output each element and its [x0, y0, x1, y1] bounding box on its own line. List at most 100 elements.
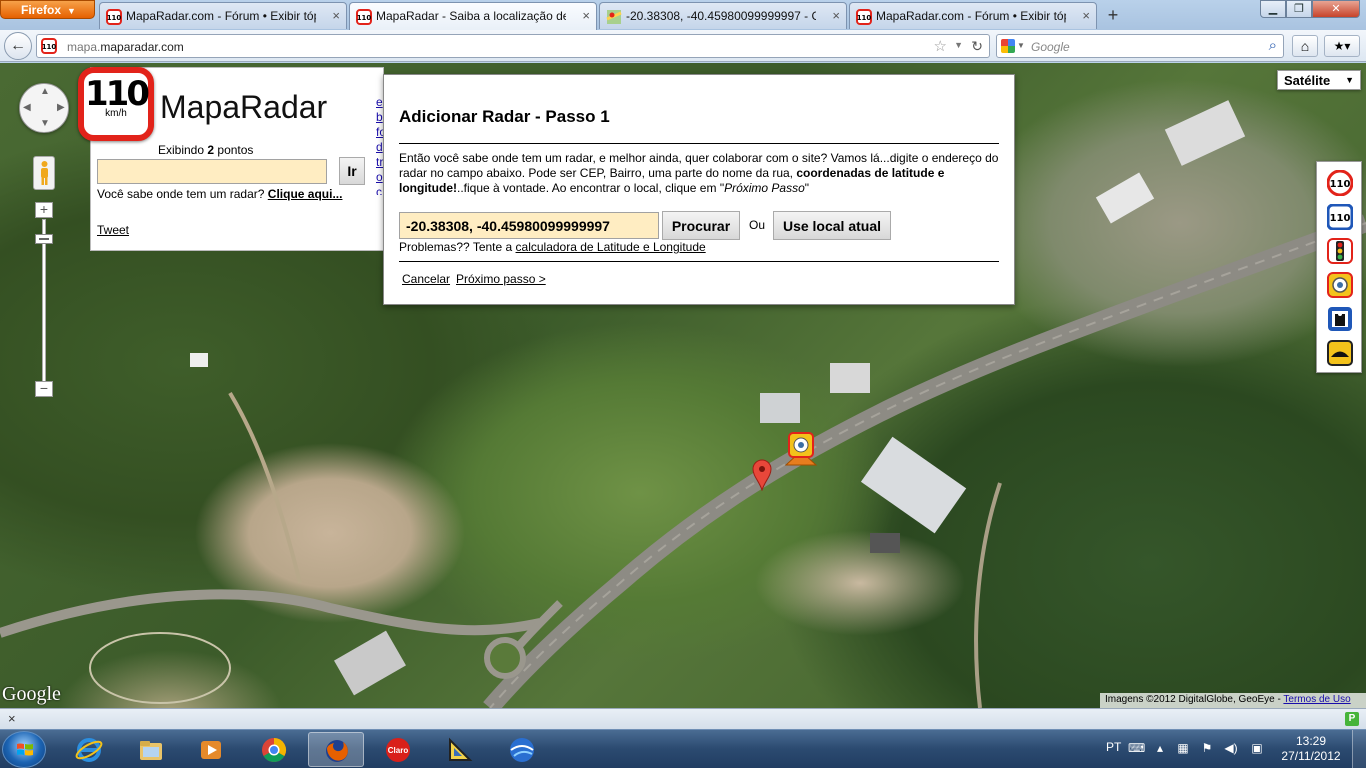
google-engine-icon[interactable] — [1001, 39, 1015, 53]
tab-google-maps[interactable]: -20.38308, -40.45980099999997 - Goo... × — [599, 2, 847, 29]
dialog-title: Adicionar Radar - Passo 1 — [399, 107, 610, 126]
tab-label: MapaRadar.com - Fórum • Exibir tópi... — [126, 9, 316, 23]
site-title: MapaRadar — [160, 89, 328, 125]
history-dropdown-icon[interactable]: ▼ — [954, 40, 963, 50]
points-count: Exibindo 2 pontos — [158, 143, 254, 157]
network-icon[interactable]: ▦ — [1176, 742, 1190, 755]
zoom-slider-handle[interactable] — [35, 234, 53, 244]
chevron-down-icon[interactable]: ▼ — [1017, 41, 1025, 50]
system-clock[interactable]: 13:29 27/11/2012 — [1280, 734, 1342, 764]
triangle-ruler-icon — [449, 737, 473, 761]
location-pin-icon[interactable] — [752, 459, 772, 491]
minimize-button[interactable]: ▁ — [1260, 0, 1286, 18]
cancel-link[interactable]: Cancelar — [402, 272, 450, 286]
folder-icon — [140, 741, 162, 760]
tweet-link[interactable]: Tweet — [97, 223, 129, 237]
next-step-link[interactable]: Próximo passo > — [456, 272, 546, 286]
traffic-light-icon[interactable] — [1327, 238, 1353, 264]
street-view-pegman[interactable] — [33, 156, 55, 190]
taskbar-geometry-app[interactable] — [432, 732, 488, 767]
keyboard-icon[interactable]: ⌨ — [1128, 742, 1145, 755]
firefox-icon — [326, 740, 348, 762]
pan-down-icon[interactable]: ▼ — [40, 118, 50, 129]
connection-icon[interactable]: ▣ — [1250, 742, 1264, 755]
police-icon[interactable] — [1327, 306, 1353, 332]
pan-left-icon[interactable]: ◀ — [23, 102, 31, 113]
windows-taskbar: Claro PT ⌨ ▴ ▦ ⚑ ◀) ▣ 13:29 27/11/2012 — [0, 729, 1366, 768]
search-button[interactable]: Procurar — [662, 211, 740, 240]
tab-label: MapaRadar.com - Fórum • Exibir tópi... — [876, 9, 1066, 23]
radar-marker-icon[interactable] — [784, 431, 818, 467]
bookmark-star-icon[interactable]: ☆ — [934, 37, 947, 55]
go-button[interactable]: Ir — [339, 157, 365, 185]
search-placeholder: Google — [1031, 40, 1070, 54]
show-desktop-button[interactable] — [1352, 730, 1366, 768]
location-search-input[interactable] — [97, 159, 327, 184]
windows-logo-icon — [17, 743, 33, 756]
volume-icon[interactable]: ◀) — [1224, 742, 1238, 755]
home-button[interactable]: ⌂ — [1292, 35, 1318, 57]
arrow-left-icon: ← — [10, 37, 26, 54]
close-icon[interactable]: × — [582, 8, 590, 23]
home-icon: ⌂ — [1300, 38, 1310, 54]
internet-explorer-icon — [75, 738, 103, 762]
search-box[interactable]: ▼ Google ⌕ — [996, 34, 1284, 58]
lat-long-calculator-link[interactable]: calculadora de Latitude e Longitude — [516, 240, 706, 254]
radar-camera-icon[interactable] — [1327, 272, 1353, 298]
addon-badge-icon[interactable]: P — [1345, 712, 1359, 726]
restore-button[interactable]: ❐ — [1286, 0, 1312, 18]
new-tab-button[interactable]: + — [1100, 4, 1126, 28]
zoom-in-button[interactable]: + — [35, 202, 53, 218]
taskbar-windows-explorer[interactable] — [123, 732, 179, 767]
close-window-button[interactable]: ✕ — [1312, 0, 1360, 18]
tab-forum-2[interactable]: 110 MapaRadar.com - Fórum • Exibir tópi.… — [849, 2, 1097, 29]
input-language[interactable]: PT — [1106, 740, 1121, 754]
taskbar-chrome[interactable] — [246, 732, 302, 767]
close-icon[interactable]: × — [332, 8, 340, 23]
terms-link[interactable]: Termos de Uso — [1283, 694, 1350, 705]
address-bar[interactable]: 110 mapa.maparadar.com ☆ ▼ ↻ — [36, 34, 990, 58]
chevron-down-icon: ▼ — [1345, 75, 1354, 85]
address-input[interactable] — [399, 212, 659, 239]
add-radar-dialog: Adicionar Radar - Passo 1 Então você sab… — [383, 74, 1015, 305]
chrome-icon — [262, 738, 287, 763]
speed-110-icon[interactable]: 110 — [1327, 170, 1353, 196]
taskbar-firefox[interactable] — [308, 732, 364, 767]
speed-110-blue-icon[interactable]: 110 — [1327, 204, 1353, 230]
pan-control[interactable]: ▲ ▼ ◀ ▶ — [19, 83, 69, 133]
taskbar-google-earth[interactable] — [494, 732, 550, 767]
browser-statusbar: × P — [0, 708, 1366, 729]
taskbar-media-player[interactable] — [183, 732, 239, 767]
tab-maparadar[interactable]: 110 MapaRadar - Saiba a localização de t… — [349, 2, 597, 30]
window-titlebar: Firefox ▼ 110 MapaRadar.com - Fórum • Exi… — [0, 0, 1366, 30]
search-icon[interactable]: ⌕ — [1269, 37, 1277, 54]
add-radar-prompt: Você sabe onde tem um radar? Clique aqui… — [97, 187, 343, 201]
firefox-menu-button[interactable]: Firefox ▼ — [0, 0, 95, 19]
pan-right-icon[interactable]: ▶ — [57, 102, 65, 113]
zoom-slider-track[interactable] — [42, 219, 46, 387]
map-type-selector[interactable]: Satélite ▼ — [1277, 70, 1361, 90]
reload-icon[interactable]: ↻ — [971, 38, 983, 55]
svg-text:110: 110 — [1330, 213, 1351, 224]
start-button[interactable] — [2, 731, 46, 768]
taskbar-claro[interactable]: Claro — [370, 732, 426, 767]
media-player-icon — [201, 741, 221, 759]
bookmarks-button[interactable]: ★▾ — [1324, 35, 1360, 57]
tray-expand-icon[interactable]: ▴ — [1153, 742, 1167, 755]
maparadar-logo[interactable]: 110 km/h — [78, 67, 154, 141]
close-icon[interactable]: × — [832, 8, 840, 23]
zoom-out-button[interactable]: − — [35, 381, 53, 397]
tab-forum-1[interactable]: 110 MapaRadar.com - Fórum • Exibir tópi.… — [99, 2, 347, 29]
close-icon[interactable]: × — [8, 711, 16, 726]
pan-up-icon[interactable]: ▲ — [40, 86, 50, 97]
close-icon[interactable]: × — [1082, 8, 1090, 23]
back-button[interactable]: ← — [4, 32, 32, 60]
svg-text:110: 110 — [857, 14, 872, 22]
radar-type-toolbar: 110 110 — [1316, 161, 1362, 373]
speed-bump-icon[interactable] — [1327, 340, 1353, 366]
taskbar-internet-explorer[interactable] — [61, 732, 117, 767]
add-radar-link[interactable]: Clique aqui... — [268, 187, 343, 201]
use-current-location-button[interactable]: Use local atual — [773, 211, 891, 240]
action-center-flag-icon[interactable]: ⚑ — [1200, 742, 1214, 755]
google-maps-favicon-icon — [606, 10, 622, 24]
